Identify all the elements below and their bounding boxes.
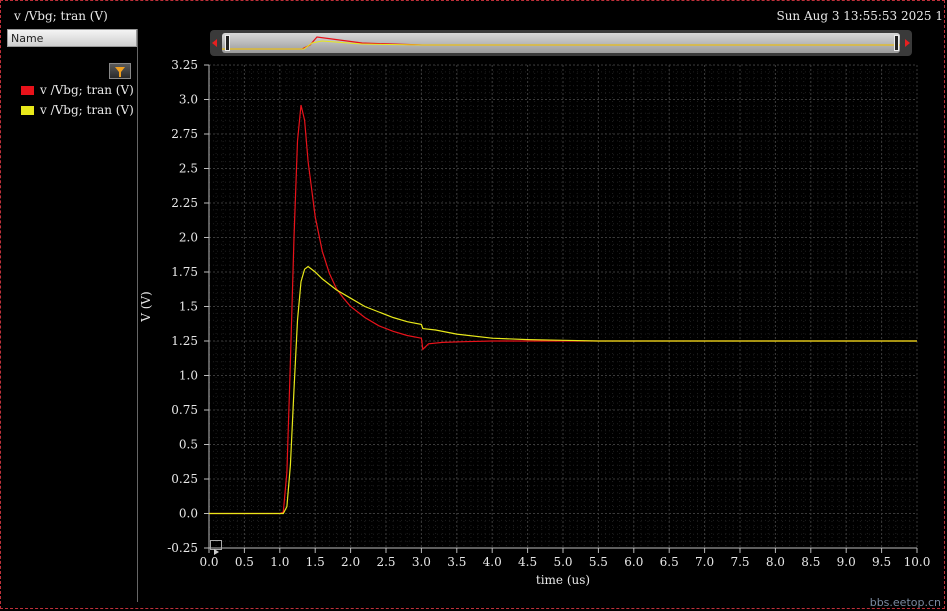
y-tick-label: 1.5	[179, 300, 198, 314]
x-tick-label: 10.0	[904, 555, 931, 569]
plot-area[interactable]: 0.0 0.5 1.0 1.5 2.0 2.5 3.0 3.5 4.0 4.5 5.0 5.5 6.0 6…	[0, 0, 947, 611]
x-tick-label: 9.0	[837, 555, 856, 569]
x-tick-label: 7.0	[695, 555, 714, 569]
y-tick-label: 2.5	[179, 162, 198, 176]
x-tick-label: 9.5	[872, 555, 891, 569]
y-tick-label: 1.0	[179, 369, 198, 383]
watermark: bbs.eetop.cn	[869, 596, 941, 609]
y-tick-label: 1.25	[171, 334, 198, 348]
y-tick-label: 0.25	[171, 472, 198, 486]
y-tick-label: 3.0	[179, 93, 198, 107]
x-tick-label: 5.5	[589, 555, 608, 569]
x-tick-label: 2.0	[341, 555, 360, 569]
x-axis-label: time (us)	[536, 573, 590, 587]
x-tick-label: 3.5	[447, 555, 466, 569]
x-tick-label: 0.0	[199, 555, 218, 569]
x-tick-label: 1.0	[270, 555, 289, 569]
y-tick-label: 0.75	[171, 403, 198, 417]
x-tick-label: 6.0	[624, 555, 643, 569]
x-tick-label: 4.0	[483, 555, 502, 569]
y-tick-label: 0.0	[179, 507, 198, 521]
x-tick-label: 4.5	[518, 555, 537, 569]
play-icon[interactable]	[210, 540, 222, 555]
x-tick-label: 7.5	[730, 555, 749, 569]
x-tick-label: 5.0	[553, 555, 572, 569]
y-tick-label: 3.25	[171, 58, 198, 72]
y-tick-label: 2.75	[171, 127, 198, 141]
y-tick-label: 1.75	[171, 265, 198, 279]
y-tick-label: 2.0	[179, 231, 198, 245]
x-tick-label: 1.5	[306, 555, 325, 569]
x-tick-label: 0.5	[235, 555, 254, 569]
y-tick-label: 0.5	[179, 438, 198, 452]
y-axis-label: V (V)	[139, 291, 153, 323]
y-tick-label: 2.25	[171, 196, 198, 210]
x-tick-label: 8.0	[766, 555, 785, 569]
y-tick-label: -0.25	[167, 541, 198, 555]
x-tick-label: 2.5	[376, 555, 395, 569]
x-tick-label: 8.5	[801, 555, 820, 569]
x-tick-label: 6.5	[660, 555, 679, 569]
x-tick-label: 3.0	[412, 555, 431, 569]
